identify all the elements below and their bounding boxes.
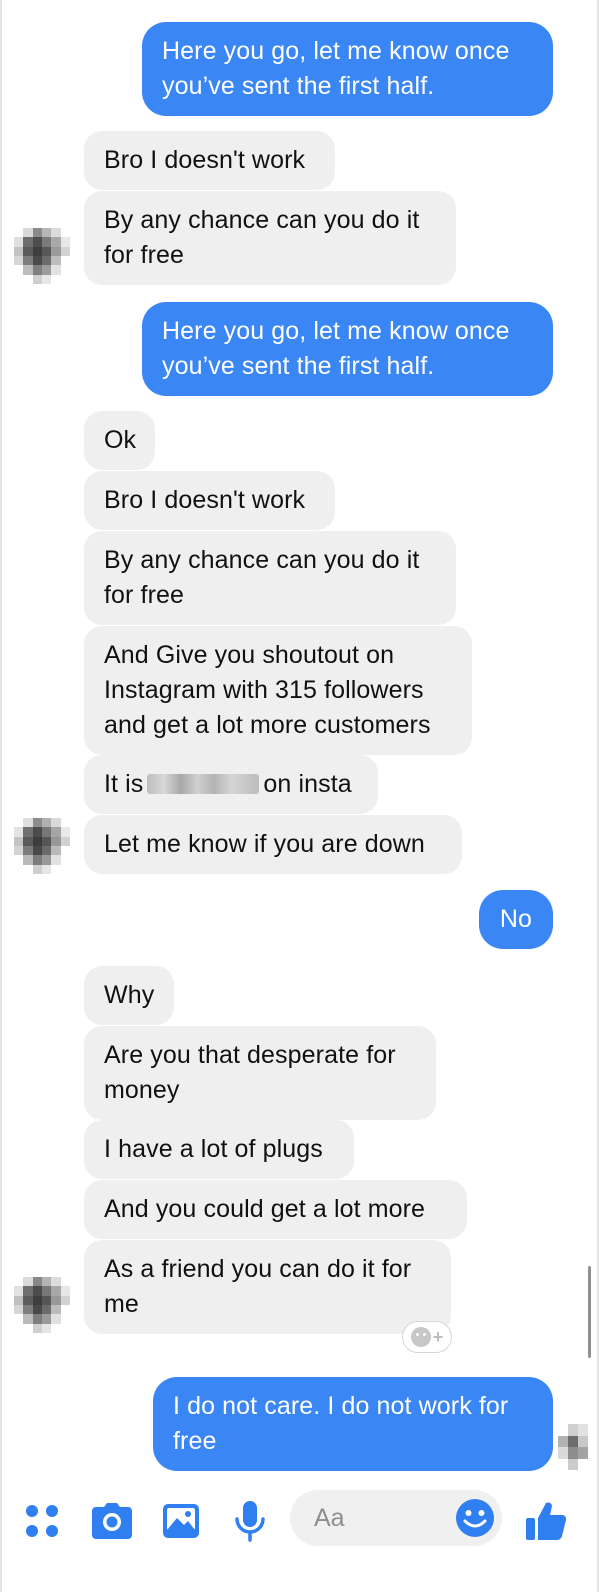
message-incoming[interactable]: Ok [84, 411, 155, 470]
contact-avatar[interactable] [14, 1277, 70, 1333]
microphone-button[interactable] [226, 1497, 274, 1545]
message-incoming[interactable]: Are you that desperate for money [84, 1026, 436, 1120]
message-incoming-redacted[interactable]: It is on insta [84, 755, 378, 814]
camera-button[interactable] [88, 1497, 136, 1545]
smiley-icon [410, 1327, 431, 1347]
message-outgoing[interactable]: Here you go, let me know once you’ve sen… [142, 302, 553, 396]
add-reaction-button[interactable]: + [402, 1321, 452, 1353]
message-outgoing[interactable]: I do not care. I do not work for free [153, 1377, 553, 1471]
emoji-icon [456, 1499, 494, 1537]
camera-icon [92, 1503, 132, 1539]
gallery-button[interactable] [157, 1497, 205, 1545]
message-outgoing[interactable]: Here you go, let me know once you’ve sen… [142, 22, 553, 116]
like-button[interactable] [522, 1497, 570, 1545]
scrollbar-thumb[interactable] [588, 1266, 591, 1358]
message-incoming[interactable]: Bro I doesn't work [84, 131, 335, 190]
seen-indicator-avatar [558, 1424, 588, 1470]
message-incoming[interactable]: As a friend you can do it for me [84, 1240, 451, 1334]
message-input-placeholder: Aa [314, 1503, 345, 1532]
message-incoming[interactable]: Let me know if you are down [84, 815, 462, 874]
contact-avatar[interactable] [14, 818, 70, 874]
message-incoming[interactable]: By any chance can you do it for free [84, 191, 456, 285]
gallery-icon [163, 1504, 199, 1538]
contact-avatar[interactable] [14, 228, 70, 284]
message-incoming[interactable]: Bro I doesn't work [84, 471, 335, 530]
message-incoming[interactable]: And Give you shoutout on Instagram with … [84, 626, 472, 755]
microphone-icon [235, 1501, 265, 1542]
message-incoming[interactable]: And you could get a lot more [84, 1180, 467, 1239]
more-apps-button[interactable] [18, 1497, 66, 1545]
redacted-handle [147, 774, 260, 794]
message-text-after: on insta [263, 770, 352, 798]
plus-icon: + [432, 1327, 444, 1347]
message-text-before: It is [104, 770, 144, 798]
message-incoming[interactable]: By any chance can you do it for free [84, 531, 456, 625]
frame-border-left [0, 0, 2, 1592]
message-incoming[interactable]: Why [84, 966, 174, 1025]
message-incoming[interactable]: I have a lot of plugs [84, 1120, 354, 1179]
emoji-button[interactable] [454, 1497, 496, 1539]
more-apps-icon [26, 1505, 58, 1537]
message-outgoing[interactable]: No [479, 890, 553, 949]
thumbs-up-icon [526, 1502, 567, 1541]
